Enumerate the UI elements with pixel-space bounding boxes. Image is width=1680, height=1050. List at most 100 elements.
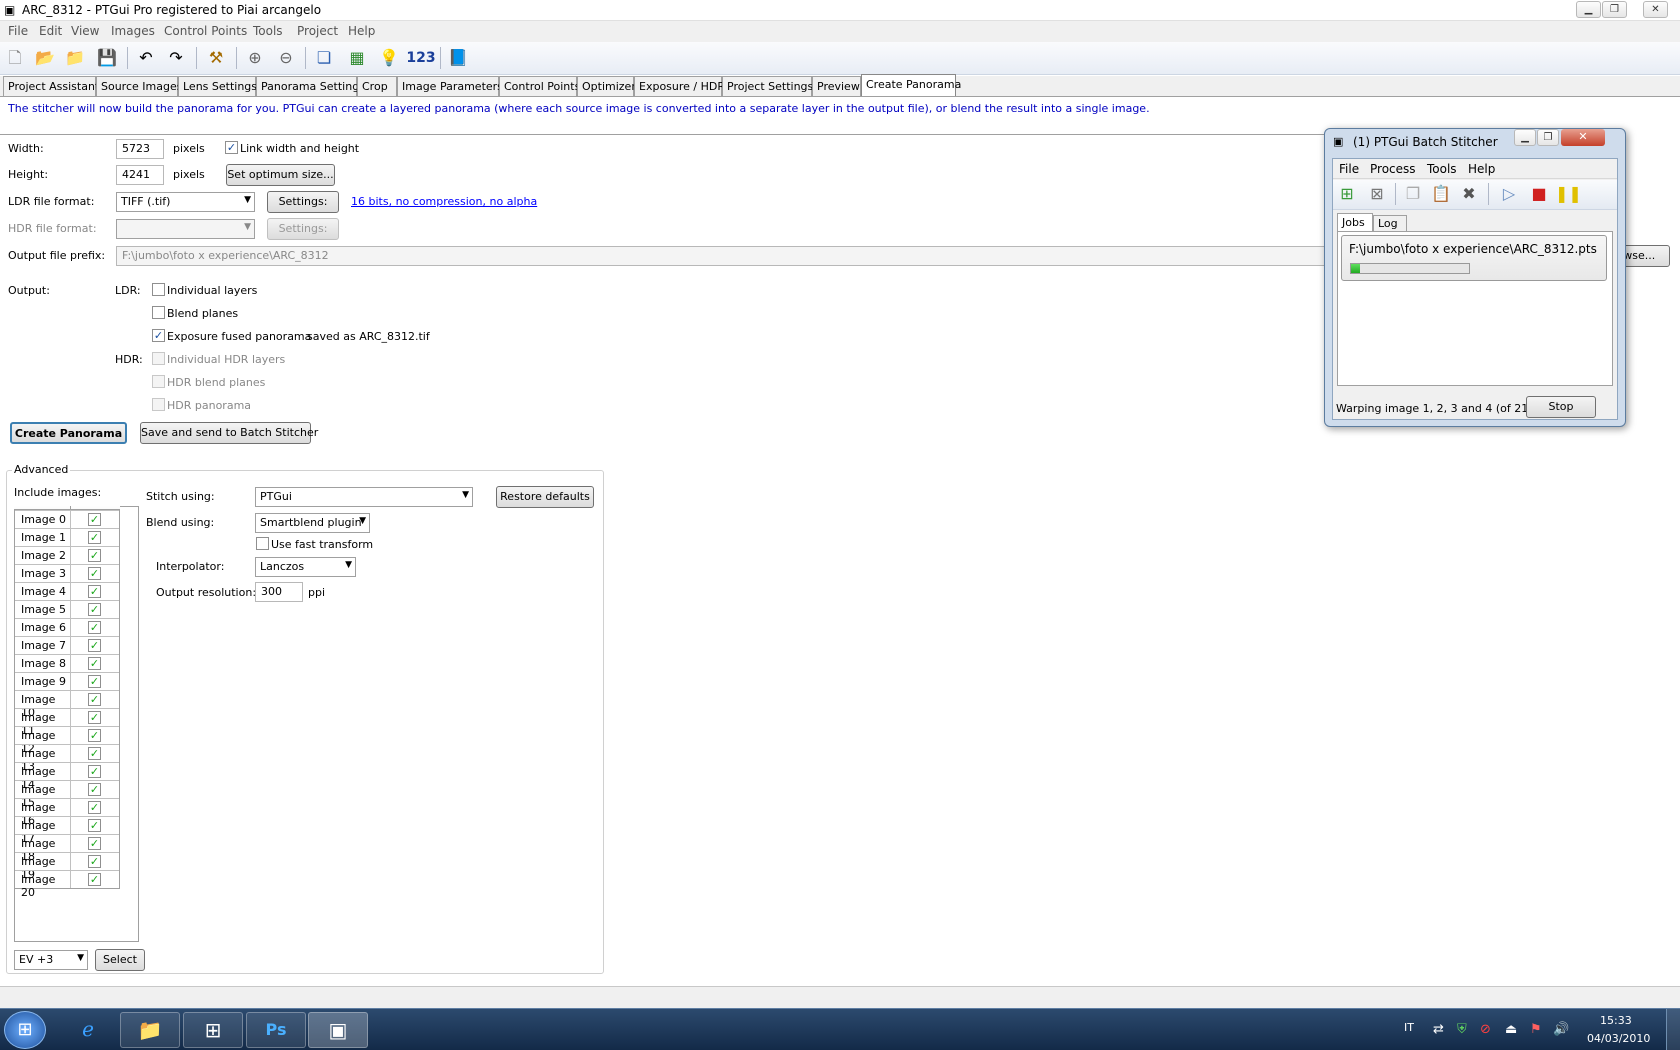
include-image-checkbox[interactable]: ✓ [88,873,101,886]
ptgui-taskbar-icon[interactable]: ▣ [308,1012,368,1048]
minimize-button[interactable]: ▁ [1576,1,1601,18]
include-image-checkbox[interactable]: ✓ [88,513,101,526]
tab-source-images[interactable]: Source Images [96,76,182,96]
blend-planes-checkbox[interactable] [152,306,165,319]
start-button[interactable]: ⊞ [4,1011,46,1049]
clock-time[interactable]: 15:33 [1600,1014,1632,1027]
send-to-batch-button[interactable]: Save and send to Batch Stitcher [140,422,318,444]
include-image-checkbox[interactable]: ✓ [88,657,101,670]
hdr-blend-planes-checkbox[interactable] [152,375,165,388]
include-image-checkbox[interactable]: ✓ [88,567,101,580]
include-image-checkbox[interactable]: ✓ [88,729,101,742]
show-desktop-button[interactable] [1666,1009,1680,1050]
include-image-checkbox[interactable]: ✓ [88,747,101,760]
tab-panorama-settings[interactable]: Panorama Settings [256,76,365,96]
redo-icon[interactable]: ↷ [164,47,188,69]
individual-layers-checkbox[interactable] [152,283,165,296]
set-optimum-size-button[interactable]: Set optimum size... [226,164,335,186]
close-button[interactable]: ✕ [1643,1,1668,18]
include-image-checkbox[interactable]: ✓ [88,801,101,814]
photoshop-icon[interactable]: Ps [246,1012,306,1048]
menu-edit[interactable]: Edit [39,24,62,38]
tab-crop[interactable]: Crop [357,76,397,96]
include-image-checkbox[interactable]: ✓ [88,855,101,868]
include-image-checkbox[interactable]: ✓ [88,549,101,562]
help-book-icon[interactable]: 📘 [446,47,470,69]
batch-menu-process[interactable]: Process [1370,162,1416,176]
tab-optimizer[interactable]: Optimizer [577,76,636,96]
delete-job-icon[interactable]: ✖ [1457,183,1481,205]
include-image-checkbox[interactable]: ✓ [88,711,101,724]
create-panorama-button[interactable]: Create Panorama [10,422,127,444]
tray-network-icon[interactable]: ⇄ [1433,1022,1444,1037]
language-indicator[interactable]: IT [1404,1021,1414,1034]
tray-volume-icon[interactable]: 🔊 [1553,1022,1569,1037]
batch-menu-help[interactable]: Help [1468,162,1495,176]
include-image-checkbox[interactable]: ✓ [88,783,101,796]
menu-tools[interactable]: Tools [253,24,283,38]
tab-project-settings[interactable]: Project Settings [722,76,813,96]
clock-date[interactable]: 04/03/2010 [1587,1032,1650,1045]
batch-minimize-button[interactable]: ▁ [1514,129,1536,146]
ldr-settings-button[interactable]: Settings: [267,191,339,213]
tools-icon[interactable]: ⚒ [204,47,228,69]
tray-usb-icon[interactable]: ⏏ [1505,1022,1517,1037]
new-project-icon[interactable]: 🗋 [3,47,27,69]
include-image-checkbox[interactable]: ✓ [88,837,101,850]
batch-stop-button[interactable]: Stop [1526,396,1596,418]
include-image-checkbox[interactable]: ✓ [88,603,101,616]
batch-menu-file[interactable]: File [1339,162,1359,176]
blend-using-select[interactable]: Smartblend plugin ▼ [255,513,370,533]
select-button[interactable]: Select [95,949,145,971]
open-project-icon[interactable]: 📂 [33,47,57,69]
width-input[interactable]: 5723 [116,139,164,159]
ldr-format-select[interactable]: TIFF (.tif) ▼ [116,192,255,212]
job-item[interactable]: F:\jumbo\foto x experience\ARC_8312.pts [1341,235,1607,281]
paste-job-icon[interactable]: 📋 [1429,183,1453,205]
include-image-checkbox[interactable]: ✓ [88,675,101,688]
fast-transform-checkbox[interactable] [256,537,269,550]
batch-maximize-button[interactable]: ❐ [1537,129,1559,146]
pause-icon[interactable]: ❚❚ [1555,183,1582,205]
tab-project-assistant[interactable]: Project Assistant [3,76,99,96]
tab-lens-settings[interactable]: Lens Settings [178,76,257,96]
output-resolution-input[interactable]: 300 [255,582,303,602]
lightbulb-icon[interactable]: 💡 [377,47,401,69]
menu-file[interactable]: File [8,24,28,38]
maximize-button[interactable]: ❐ [1602,1,1627,18]
tray-flag-icon[interactable]: ⚑ [1530,1022,1542,1037]
tab-control-points[interactable]: Control Points [499,76,580,96]
individual-hdr-checkbox[interactable] [152,352,165,365]
prefix-input[interactable]: F:\jumbo\foto x experience\ARC_8312 [116,246,1326,266]
save-icon[interactable]: 💾 [95,47,119,69]
play-icon[interactable]: ▷ [1497,183,1521,205]
images-icon[interactable]: ❏ [312,47,336,69]
ev-select[interactable]: EV +3 ▼ [14,950,88,970]
remove-job-icon[interactable]: ⊠ [1365,183,1389,205]
include-image-checkbox[interactable]: ✓ [88,531,101,544]
table-icon[interactable]: ▦ [345,47,369,69]
interpolator-select[interactable]: Lanczos ▼ [255,557,356,577]
include-image-checkbox[interactable]: ✓ [88,585,101,598]
undo-icon[interactable]: ↶ [134,47,158,69]
height-input[interactable]: 4241 [116,165,164,185]
hdr-panorama-checkbox[interactable] [152,398,165,411]
batch-close-button[interactable]: ✕ [1561,129,1605,146]
menu-project[interactable]: Project [297,24,338,38]
windows-app-icon[interactable]: ⊞ [183,1012,243,1048]
internet-explorer-icon[interactable]: ℯ [58,1012,118,1048]
add-job-icon[interactable]: ⊞ [1335,183,1359,205]
exposure-fused-checkbox[interactable]: ✓ [152,329,165,342]
tab-image-parameters[interactable]: Image Parameters [397,76,503,96]
tray-security-icon[interactable]: ⛨ [1457,1022,1467,1037]
include-image-checkbox[interactable]: ✓ [88,639,101,652]
menu-control-points[interactable]: Control Points [164,24,247,38]
stop-icon[interactable]: ■ [1527,183,1551,205]
open-recent-icon[interactable]: 📁 [63,47,87,69]
ldr-settings-link[interactable]: 16 bits, no compression, no alpha [351,195,537,208]
menu-help[interactable]: Help [348,24,375,38]
batch-tab-jobs[interactable]: Jobs [1337,213,1373,231]
batch-tab-log[interactable]: Log [1373,215,1407,231]
restore-defaults-button[interactable]: Restore defaults [496,486,594,508]
zoom-in-icon[interactable]: ⊕ [243,47,267,69]
